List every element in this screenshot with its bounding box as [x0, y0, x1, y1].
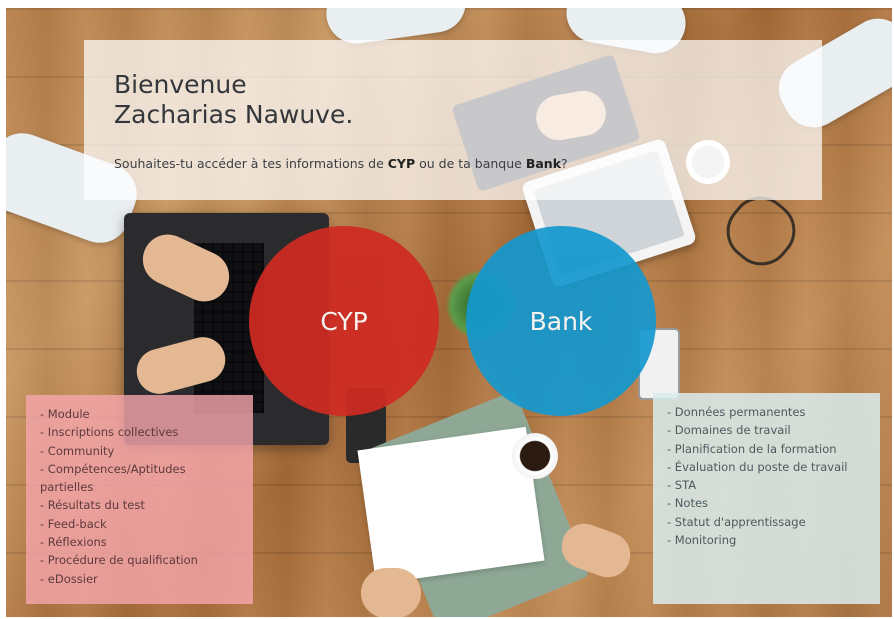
welcome-user-name: Zacharias Nawuve.	[114, 100, 354, 129]
list-item: - Monitoring	[667, 533, 737, 548]
bank-button[interactable]: Bank	[466, 226, 656, 416]
question-bank: Bank	[525, 156, 562, 171]
welcome-question: Souhaites-tu accéder à tes informations …	[114, 156, 568, 171]
list-item: - Planification de la formation	[667, 441, 837, 456]
cyp-button-label: CYP	[320, 306, 368, 336]
list-item: - Community	[40, 443, 115, 458]
list-item: - eDossier	[40, 571, 98, 586]
question-middle: ou de ta banque	[415, 156, 526, 171]
list-item: - STA	[667, 478, 697, 493]
question-cyp: CYP	[387, 156, 416, 171]
list-item: - Statut d'apprentissage	[667, 514, 806, 529]
list-item: - Domaines de travail	[667, 423, 791, 438]
list-item: - Module	[40, 407, 90, 421]
list-item: - Procédure de qualification	[40, 553, 198, 568]
list-item: - Réflexions	[40, 535, 107, 550]
list-item: - Données permanentes	[667, 405, 806, 419]
question-prefix: Souhaites-tu accéder à tes informations …	[114, 156, 388, 171]
welcome-greeting: Bienvenue	[114, 70, 247, 99]
bank-features-panel: - Données permanentes - Domaines de trav…	[653, 393, 880, 604]
background-hand	[361, 568, 421, 617]
list-item: - Résultats du test	[40, 498, 145, 513]
list-item: - Feed-back	[40, 516, 107, 531]
cyp-features-panel: - Module - Inscriptions collectives - Co…	[26, 395, 253, 604]
welcome-title: Bienvenue Zacharias Nawuve.	[114, 70, 353, 130]
cyp-button[interactable]: CYP	[249, 226, 439, 416]
list-item: - Compétences/Aptitudes partielles	[40, 461, 186, 495]
cyp-features-list: - Module - Inscriptions collectives - Co…	[40, 405, 253, 588]
list-item: - Notes	[667, 496, 709, 511]
question-suffix: ?	[561, 156, 568, 171]
list-item: - Évaluation du poste de travail	[667, 459, 848, 474]
bank-button-label: Bank	[529, 306, 593, 336]
list-item: - Inscriptions collectives	[40, 425, 179, 440]
bank-features-list: - Données permanentes - Domaines de trav…	[667, 403, 880, 549]
background-coffee-cup	[512, 433, 558, 479]
